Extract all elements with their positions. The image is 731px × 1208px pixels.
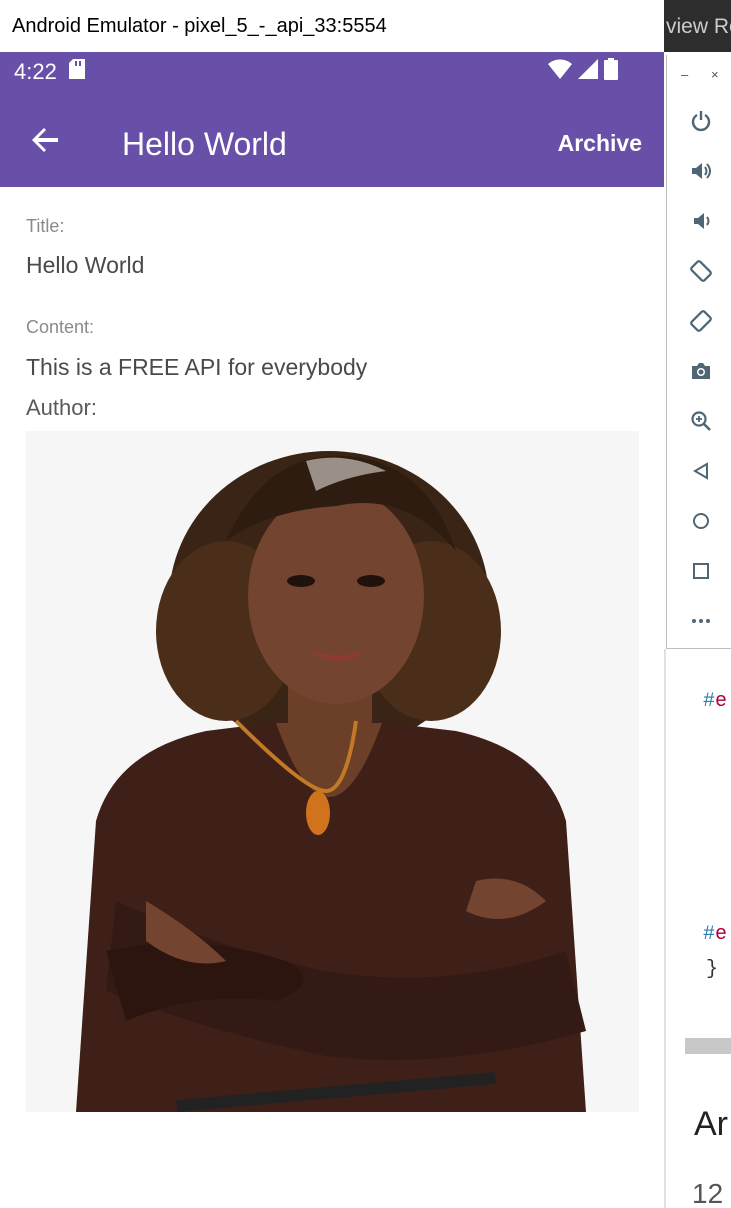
status-time: 4:22: [14, 59, 57, 84]
home-icon[interactable]: [687, 507, 715, 535]
code-line-1-text: e: [715, 690, 728, 713]
sd-card-icon: [68, 59, 85, 85]
title-value: Hello World: [26, 252, 145, 278]
more-icon[interactable]: [687, 607, 715, 635]
phone-screen: 4:22 Hello World Archive Title: Hello Wo…: [0, 52, 664, 1208]
rotate-left-icon[interactable]: [687, 257, 715, 285]
content-label: Content:: [26, 317, 95, 337]
author-label: Author:: [26, 395, 97, 420]
power-icon[interactable]: [687, 107, 715, 135]
status-icons: [548, 58, 618, 86]
editor-number-fragment: 12: [692, 1178, 724, 1208]
code-line-2: #e: [703, 923, 728, 946]
zoom-icon[interactable]: [687, 407, 715, 435]
author-photo: [26, 431, 639, 1112]
cell-signal-icon: [578, 59, 598, 85]
editor-heading-fragment: Ar: [694, 1105, 728, 1143]
emulator-toolbar: – ×: [666, 55, 731, 649]
battery-icon: [604, 58, 618, 86]
code-line-1: #e: [703, 690, 728, 713]
volume-down-icon[interactable]: [687, 207, 715, 235]
code-line-3: }: [706, 958, 719, 981]
wifi-icon: [548, 59, 572, 85]
toolbar-close-button[interactable]: ×: [711, 67, 719, 82]
volume-up-icon[interactable]: [687, 157, 715, 185]
back-icon[interactable]: [687, 457, 715, 485]
rotate-right-icon[interactable]: [687, 307, 715, 335]
window-divider: [664, 649, 666, 1208]
window-title-text: Android Emulator - pixel_5_-_api_33:5554: [12, 14, 387, 37]
toolbar-minimize-button[interactable]: –: [681, 67, 688, 82]
code-line-2-text: e: [715, 923, 728, 946]
title-label: Title:: [26, 216, 65, 236]
archive-button[interactable]: Archive: [558, 130, 642, 157]
app-bar: Hello World Archive: [0, 92, 664, 187]
editor-scrollbar[interactable]: [685, 1038, 731, 1054]
status-bar: 4:22: [0, 52, 664, 92]
back-arrow-icon[interactable]: [30, 124, 62, 156]
overview-icon[interactable]: [687, 557, 715, 585]
content-value: This is a FREE API for everybody: [26, 354, 368, 380]
background-app-tab-strip: view Re: [664, 0, 731, 52]
camera-icon[interactable]: [687, 357, 715, 385]
background-tab-fragment[interactable]: view Re: [666, 15, 731, 39]
page-title: Hello World: [122, 126, 287, 162]
emulator-window-title: Android Emulator - pixel_5_-_api_33:5554: [0, 0, 664, 52]
